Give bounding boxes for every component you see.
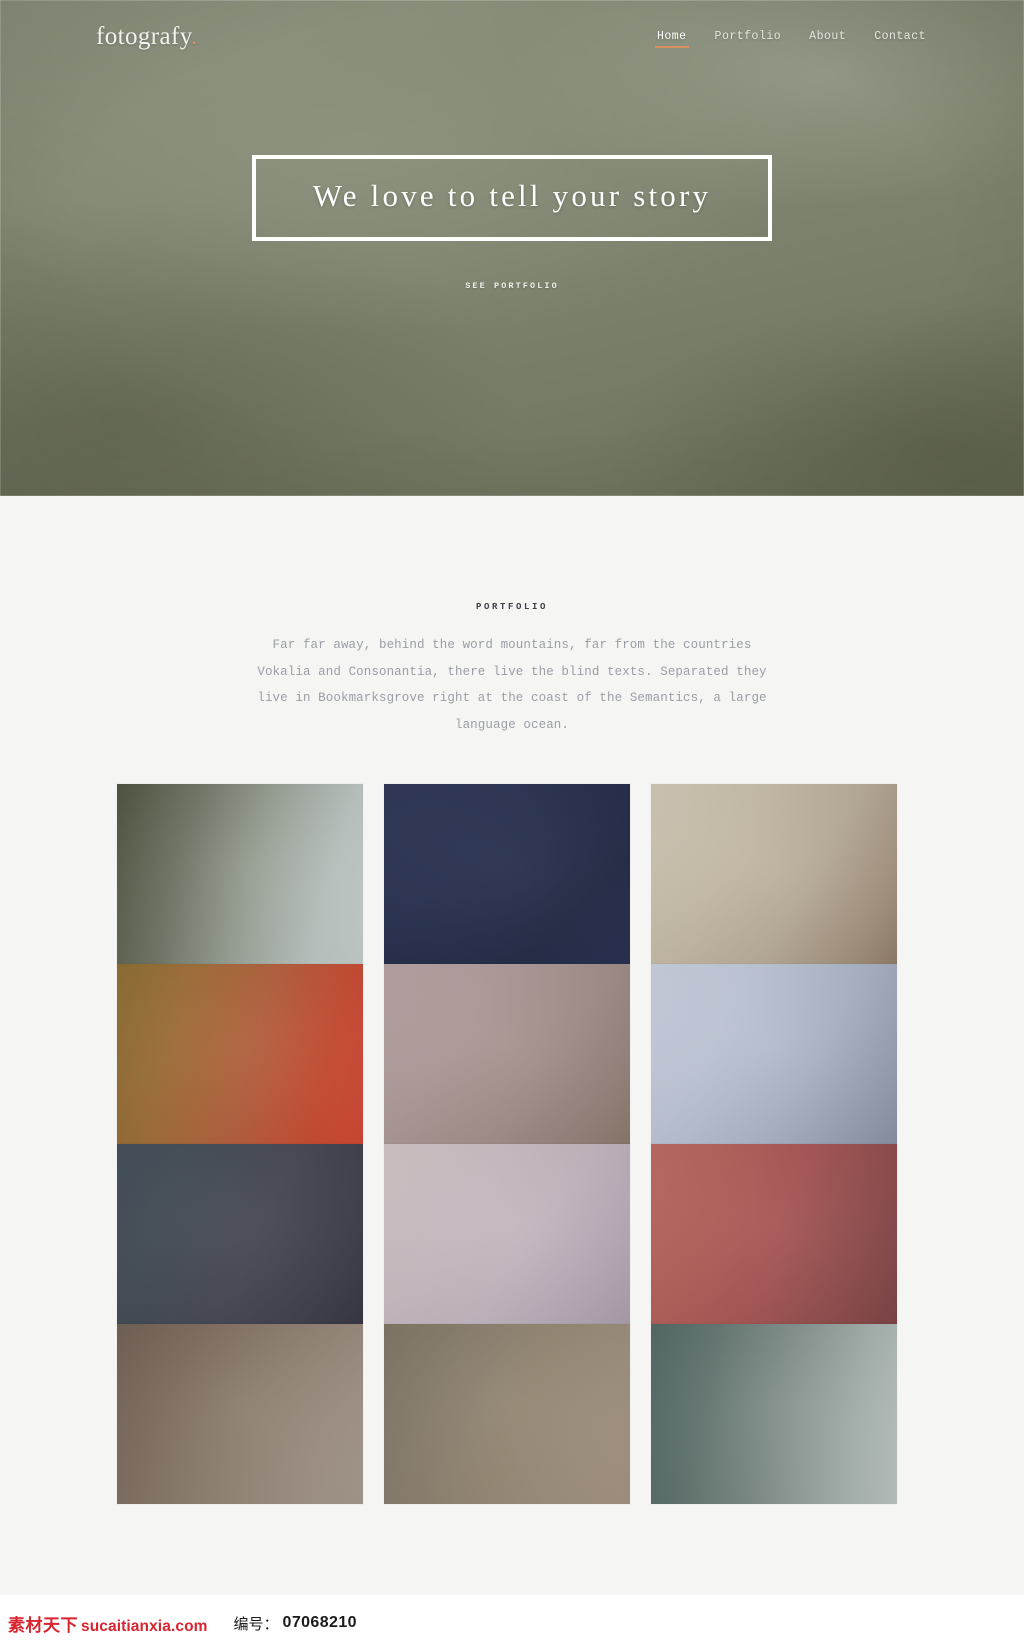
portfolio-image-8[interactable] [384,1144,630,1324]
portfolio-image-overlay [117,1324,363,1504]
nav-item-portfolio[interactable]: Portfolio [713,27,784,48]
portfolio-image-4[interactable] [117,964,363,1144]
watermark-bar: 素材天下 sucaitianxia.com 编号： 07068210 [0,1595,1024,1651]
site-logo[interactable]: fotografy. [96,23,198,51]
page-root: fotografy. Home Portfolio About Contact … [0,0,1024,1651]
site-logo-text: fotografy [96,23,191,50]
nav-item-home[interactable]: Home [654,27,689,48]
portfolio-image-overlay [384,1324,630,1504]
watermark-id-label: 编号： [233,1614,279,1633]
portfolio-image-11[interactable] [384,1324,630,1504]
portfolio-section: PORTFOLIO Far far away, behind the word … [0,496,1024,1504]
see-portfolio-button[interactable]: SEE PORTFOLIO [465,281,559,291]
hero-headline-box: We love to tell your story [252,155,772,242]
watermark-site-url: sucaitianxia.com [81,1617,208,1635]
watermark-site-name-cn: 素材天下 [8,1615,78,1636]
portfolio-image-overlay [384,964,630,1144]
portfolio-image-overlay [117,1144,363,1324]
watermark-logo: 素材天下 sucaitianxia.com [8,1611,208,1636]
portfolio-image-1[interactable] [117,784,363,964]
portfolio-image-7[interactable] [117,1144,363,1324]
nav-item-about[interactable]: About [807,27,848,48]
portfolio-description: Far far away, behind the word mountains,… [257,638,767,732]
main-navigation: fotografy. Home Portfolio About Contact [0,0,1024,74]
portfolio-image-overlay [384,784,630,964]
portfolio-image-3[interactable] [651,784,897,964]
portfolio-image-overlay [651,1144,897,1324]
portfolio-image-overlay [651,1324,897,1504]
site-logo-dot: . [191,23,198,50]
portfolio-image-overlay [651,964,897,1144]
portfolio-image-overlay [384,1144,630,1324]
nav-item-contact[interactable]: Contact [872,27,928,48]
portfolio-image-10[interactable] [117,1324,363,1504]
portfolio-image-overlay [117,964,363,1144]
portfolio-image-5[interactable] [384,964,630,1144]
portfolio-image-2[interactable] [384,784,630,964]
nav-links: Home Portfolio About Contact [654,27,928,48]
portfolio-image-12[interactable] [651,1324,897,1504]
portfolio-heading: PORTFOLIO [475,602,548,612]
hero-headline: We love to tell your story [312,178,712,213]
hero-content: We love to tell your story SEE PORTFOLIO [0,0,1024,496]
portfolio-image-6[interactable] [651,964,897,1144]
portfolio-grid [117,784,907,1504]
watermark-id-value: 07068210 [282,1614,357,1631]
portfolio-image-overlay [651,784,897,964]
portfolio-image-9[interactable] [651,1144,897,1324]
hero-section: fotografy. Home Portfolio About Contact … [0,0,1024,496]
portfolio-image-overlay [117,784,363,964]
